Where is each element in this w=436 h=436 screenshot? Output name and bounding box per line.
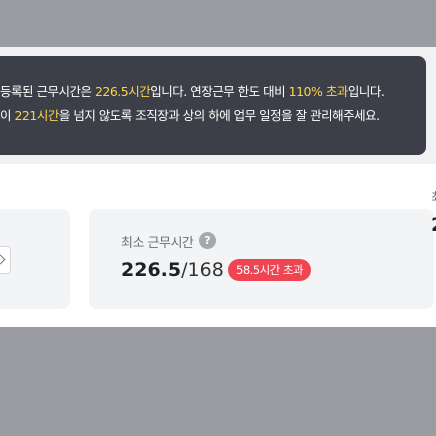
banner-line-2: 이 221시간을 넘지 않도록 조직장과 상의 하에 업무 일정을 잘 관리해주… <box>0 105 380 124</box>
banner-text: 을 넘지 않도록 조직장과 상의 하에 업무 일정을 잘 관리해주세요. <box>58 108 380 123</box>
min-hours-title: 최소 근무시간 <box>121 236 194 251</box>
dim-overlay-bottom <box>0 327 436 436</box>
banner-text: 등록된 근무시간은 <box>0 84 95 99</box>
summary-panel: 최소 근무시간 ? 226.5/168 58.5시간 초과 최 2 <box>0 164 436 327</box>
overtime-warning-banner: 등록된 근무시간은 226.5시간입니다. 연장근무 한도 대비 110% 초과… <box>0 56 426 155</box>
limit-hours-highlight: 221시간 <box>14 108 59 123</box>
banner-line-1: 등록된 근무시간은 226.5시간입니다. 연장근무 한도 대비 110% 초과… <box>0 81 385 100</box>
required-hours: /168 <box>181 259 224 281</box>
registered-hours-highlight: 226.5시간 <box>94 84 151 99</box>
period-dropdown[interactable] <box>0 246 11 274</box>
dim-overlay-top <box>0 0 436 47</box>
notice-area: 등록된 근무시간은 226.5시간입니다. 연장근무 한도 대비 110% 초과… <box>0 47 436 164</box>
banner-text: 이 <box>0 108 15 123</box>
help-icon[interactable]: ? <box>199 232 216 249</box>
overtime-badge: 58.5시간 초과 <box>228 259 312 281</box>
left-card <box>0 209 70 309</box>
banner-text: 입니다. <box>347 84 385 99</box>
banner-text: 입니다. 연장근무 한도 대비 <box>150 84 289 99</box>
min-hours-card: 최소 근무시간 ? 226.5/168 58.5시간 초과 <box>89 209 434 309</box>
right-card-value: 2 <box>431 214 436 236</box>
right-card-title: 최 <box>431 187 436 206</box>
worked-hours: 226.5 <box>121 259 182 281</box>
min-hours-value: 226.5/168 <box>121 259 224 281</box>
over-limit-percent-highlight: 110% 초과 <box>288 84 349 99</box>
chevron-down-icon <box>0 254 6 265</box>
